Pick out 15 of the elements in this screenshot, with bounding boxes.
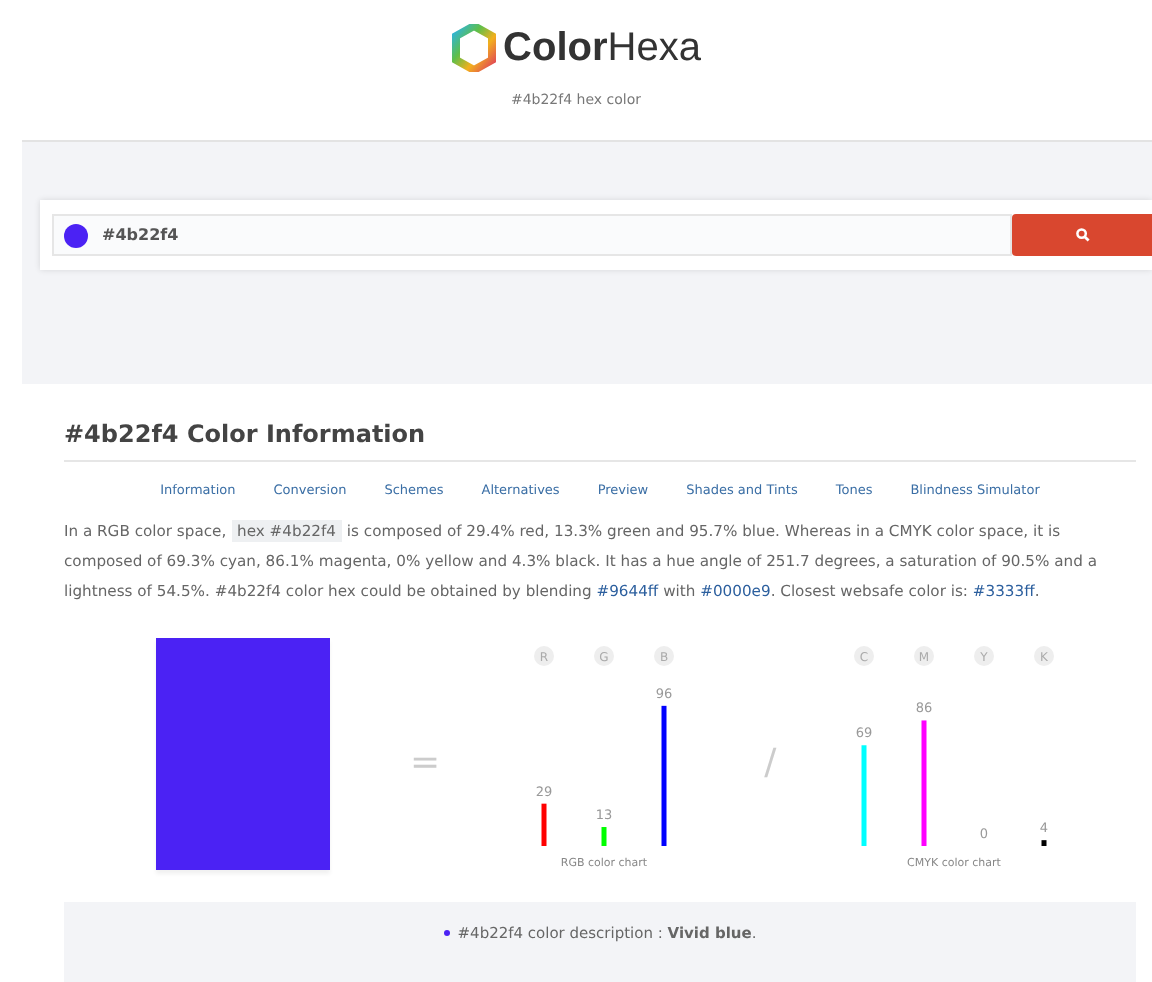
search-field[interactable]: #4b22f4 xyxy=(52,214,1012,256)
bar xyxy=(1041,840,1047,846)
section-title: #4b22f4 Color Information xyxy=(64,420,1136,462)
bar xyxy=(861,745,867,846)
bar xyxy=(601,827,607,846)
bar xyxy=(661,705,667,846)
logo-text: ColorHexa xyxy=(503,25,701,71)
bar xyxy=(541,803,547,846)
color-dot xyxy=(443,930,450,936)
bar xyxy=(921,720,927,846)
search-icon xyxy=(1075,228,1089,242)
slash-sign: / xyxy=(764,742,777,784)
hexagon-logo-icon xyxy=(451,24,496,72)
equals-sign: = xyxy=(410,742,441,784)
search-button[interactable] xyxy=(1012,214,1152,256)
